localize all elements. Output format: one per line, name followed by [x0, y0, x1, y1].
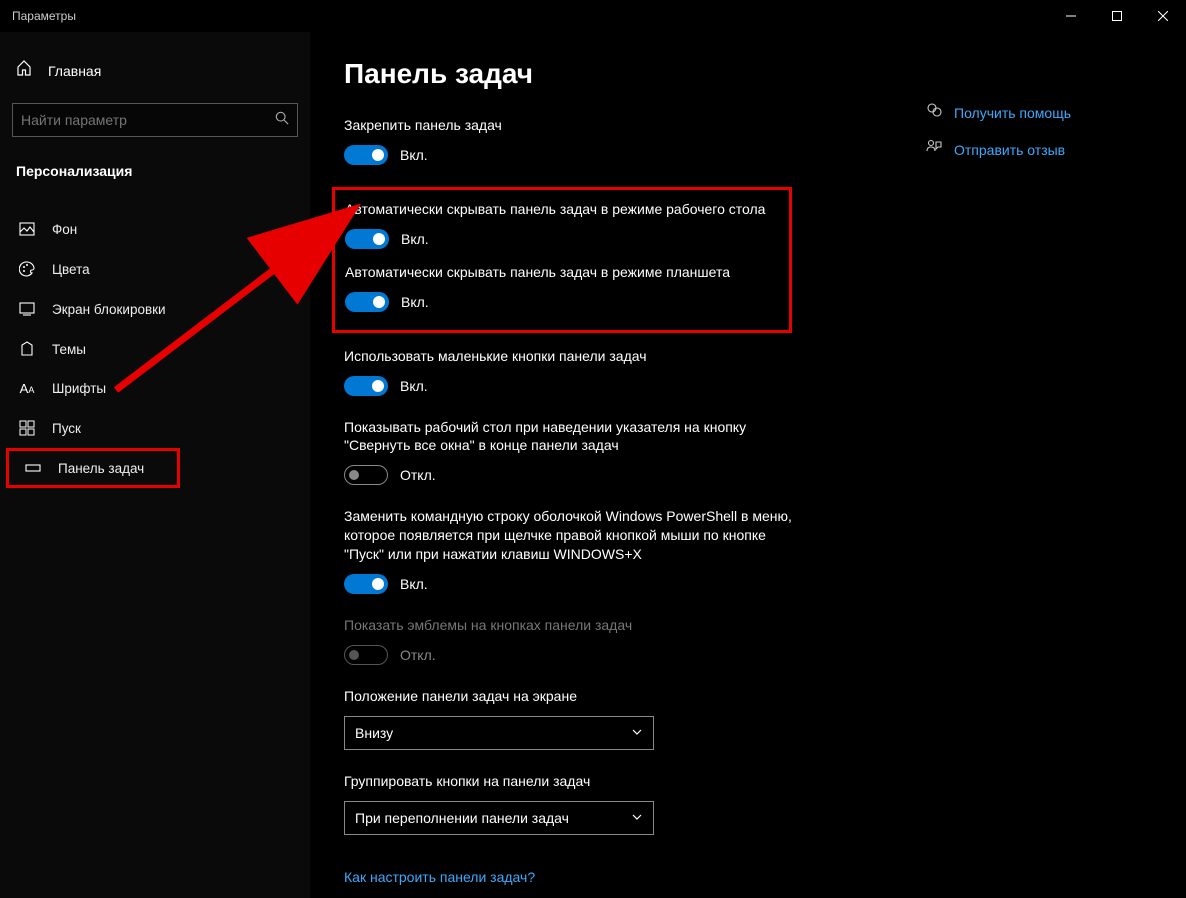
- home-button[interactable]: Главная: [0, 52, 310, 89]
- setting-label: Закрепить панель задач: [344, 116, 804, 135]
- picture-icon: [18, 221, 36, 237]
- close-button[interactable]: [1140, 0, 1186, 32]
- themes-icon: [18, 341, 36, 357]
- toggle-state: Откл.: [400, 647, 436, 663]
- titlebar: Параметры: [0, 0, 1186, 32]
- sidebar-item-start[interactable]: Пуск: [0, 408, 310, 448]
- home-label: Главная: [48, 63, 101, 79]
- home-icon: [16, 60, 34, 81]
- toggle-state: Вкл.: [401, 231, 429, 247]
- setting-badges: Показать эмблемы на кнопках панели задач…: [344, 616, 804, 665]
- setting-lock-taskbar: Закрепить панель задач Вкл.: [344, 116, 804, 165]
- toggle-state: Вкл.: [401, 294, 429, 310]
- sidebar-item-label: Темы: [52, 342, 86, 357]
- window-title: Параметры: [0, 9, 76, 23]
- taskbar-icon: [24, 460, 42, 476]
- side-links: Получить помощь Отправить отзыв: [926, 102, 1156, 176]
- setting-combine: Группировать кнопки на панели задач При …: [344, 772, 804, 835]
- sidebar-item-label: Пуск: [52, 421, 81, 436]
- sidebar-item-label: Фон: [52, 222, 77, 237]
- toggle-state: Вкл.: [400, 378, 428, 394]
- select-combine[interactable]: При переполнении панели задач: [344, 801, 654, 835]
- select-value: При переполнении панели задач: [355, 810, 569, 826]
- sidebar-item-fonts[interactable]: AA Шрифты: [0, 369, 310, 408]
- lockscreen-icon: [18, 301, 36, 317]
- chevron-down-icon: [631, 725, 643, 741]
- window-chrome: [1048, 0, 1186, 32]
- category-label: Персонализация: [0, 155, 310, 187]
- setting-autohide-tablet: Автоматически скрывать панель задач в ре…: [345, 263, 779, 312]
- sidebar-item-taskbar[interactable]: Панель задач: [6, 448, 180, 488]
- search-input[interactable]: [12, 103, 298, 137]
- nav-list: Фон Цвета Экран блокировки Темы AA Шрифт…: [0, 209, 310, 488]
- fonts-icon: AA: [18, 381, 36, 396]
- feedback-text: Отправить отзыв: [954, 142, 1065, 158]
- search-icon: [275, 111, 289, 130]
- setting-label: Использовать маленькие кнопки панели зад…: [344, 347, 804, 366]
- help-text: Получить помощь: [954, 105, 1071, 121]
- toggle-badges: [344, 645, 388, 665]
- setting-autohide-desktop: Автоматически скрывать панель задач в ре…: [345, 200, 779, 249]
- setting-peek: Показывать рабочий стол при наведении ук…: [344, 418, 804, 486]
- setting-label: Автоматически скрывать панель задач в ре…: [345, 263, 779, 282]
- sidebar-item-colors[interactable]: Цвета: [0, 249, 310, 289]
- feedback-icon: [926, 139, 942, 160]
- help-link[interactable]: Получить помощь: [926, 102, 1156, 123]
- palette-icon: [18, 261, 36, 277]
- sidebar-item-label: Экран блокировки: [52, 302, 166, 317]
- select-position[interactable]: Внизу: [344, 716, 654, 750]
- minimize-button[interactable]: [1048, 0, 1094, 32]
- sidebar-item-lockscreen[interactable]: Экран блокировки: [0, 289, 310, 329]
- highlighted-settings: Автоматически скрывать панель задач в ре…: [332, 187, 792, 333]
- select-value: Внизу: [355, 725, 393, 741]
- customize-link[interactable]: Как настроить панели задач?: [344, 869, 535, 885]
- toggle-state: Вкл.: [400, 576, 428, 592]
- help-icon: [926, 102, 942, 123]
- sidebar: Главная Персонализация Фон Цвета Экран б…: [0, 32, 310, 898]
- setting-position: Положение панели задач на экране Внизу: [344, 687, 804, 750]
- setting-small-buttons: Использовать маленькие кнопки панели зад…: [344, 347, 804, 396]
- page-title: Панель задач: [344, 58, 1186, 90]
- start-icon: [18, 420, 36, 436]
- maximize-button[interactable]: [1094, 0, 1140, 32]
- setting-label: Показывать рабочий стол при наведении ук…: [344, 418, 804, 456]
- setting-label: Показать эмблемы на кнопках панели задач: [344, 616, 804, 635]
- search-field[interactable]: [21, 112, 275, 128]
- sidebar-item-themes[interactable]: Темы: [0, 329, 310, 369]
- toggle-lock[interactable]: [344, 145, 388, 165]
- toggle-state: Вкл.: [400, 147, 428, 163]
- sidebar-item-background[interactable]: Фон: [0, 209, 310, 249]
- setting-label: Заменить командную строку оболочкой Wind…: [344, 507, 804, 564]
- feedback-link[interactable]: Отправить отзыв: [926, 139, 1156, 160]
- toggle-peek[interactable]: [344, 465, 388, 485]
- toggle-small-buttons[interactable]: [344, 376, 388, 396]
- setting-powershell: Заменить командную строку оболочкой Wind…: [344, 507, 804, 594]
- main-content: Панель задач Закрепить панель задач Вкл.…: [310, 32, 1186, 898]
- setting-label: Положение панели задач на экране: [344, 687, 804, 706]
- sidebar-item-label: Шрифты: [52, 381, 106, 396]
- toggle-autohide-tablet[interactable]: [345, 292, 389, 312]
- toggle-autohide-desktop[interactable]: [345, 229, 389, 249]
- sidebar-item-label: Панель задач: [58, 461, 144, 476]
- toggle-state: Откл.: [400, 467, 436, 483]
- chevron-down-icon: [631, 810, 643, 826]
- setting-label: Автоматически скрывать панель задач в ре…: [345, 200, 779, 219]
- setting-label: Группировать кнопки на панели задач: [344, 772, 804, 791]
- toggle-powershell[interactable]: [344, 574, 388, 594]
- sidebar-item-label: Цвета: [52, 262, 90, 277]
